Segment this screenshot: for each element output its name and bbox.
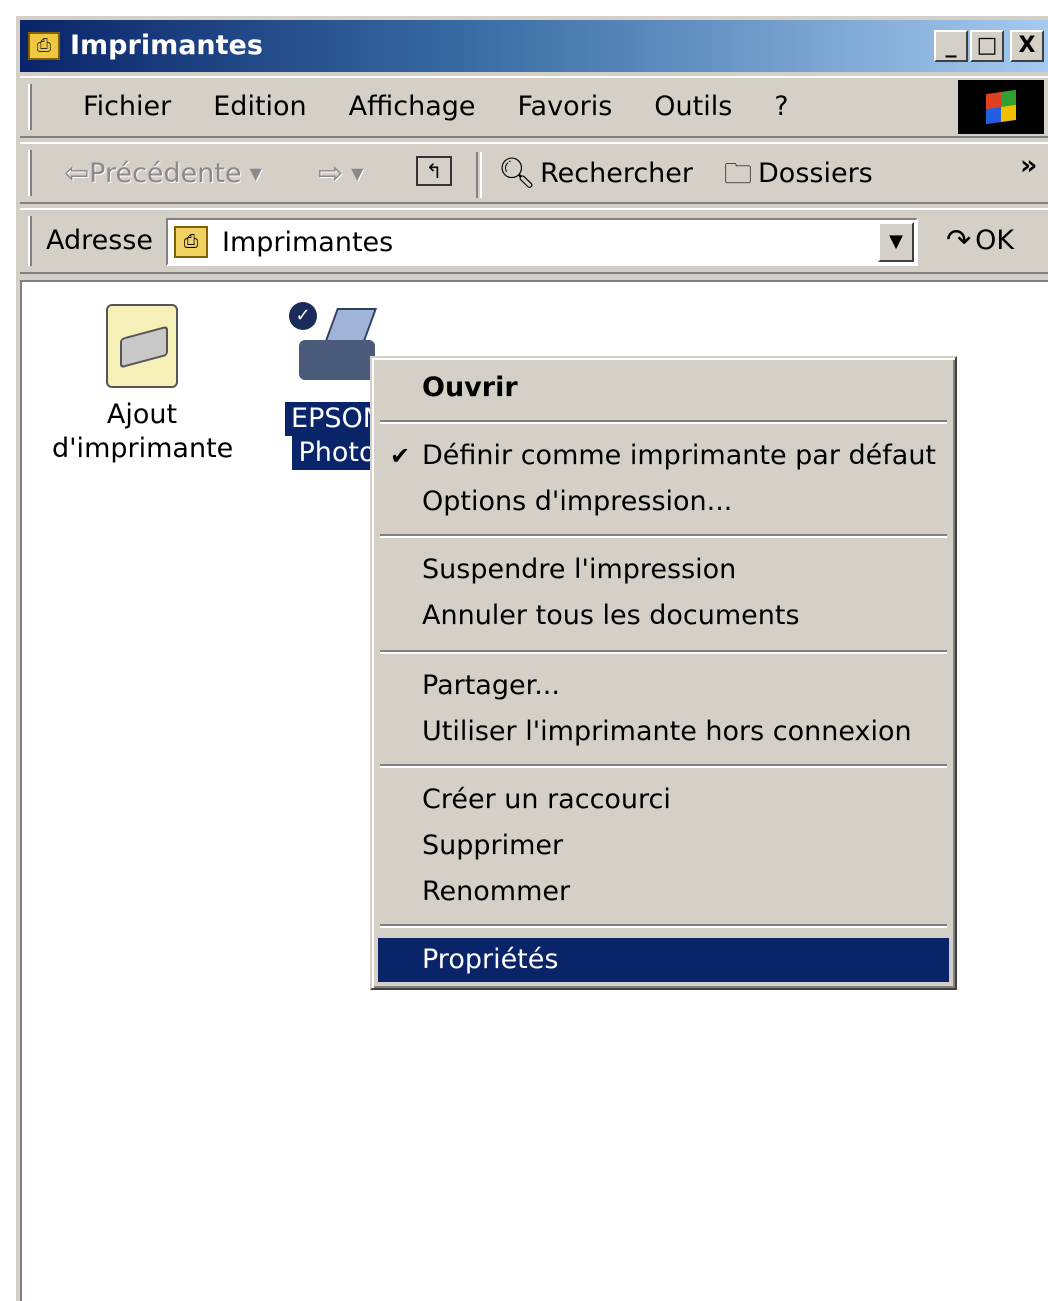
menu-separator bbox=[380, 924, 947, 928]
search-label: Rechercher bbox=[540, 158, 693, 189]
forward-dropdown-icon[interactable]: ▼ bbox=[351, 156, 363, 192]
menu-edition[interactable]: Edition bbox=[192, 90, 327, 124]
menu-favoris[interactable]: Favoris bbox=[497, 90, 634, 124]
address-dropdown-button[interactable]: ▼ bbox=[878, 222, 914, 262]
menu-item-ouvrir[interactable]: Ouvrir bbox=[378, 366, 949, 410]
window-title: Imprimantes bbox=[70, 30, 263, 61]
address-field[interactable]: ⎙ Imprimantes ▼ bbox=[166, 218, 918, 266]
folders-icon: 🗀 bbox=[724, 157, 753, 190]
toolbar-grip[interactable] bbox=[28, 150, 32, 196]
menu-separator bbox=[380, 650, 947, 654]
forward-arrow-icon: ⇨ bbox=[318, 156, 344, 191]
go-label: OK bbox=[975, 225, 1015, 256]
menu-item-set-default[interactable]: ✔ Définir comme imprimante par défaut bbox=[378, 434, 949, 478]
add-printer-label-line1: Ajout bbox=[106, 399, 178, 430]
toolbar-overflow-chevron[interactable]: » bbox=[1020, 148, 1037, 184]
standard-toolbar: ⇦ Précédente ▼ ⇨ ▼ ↰ 🔍︎ Rechercher 🗀 Dos… bbox=[20, 142, 1048, 204]
menu-item-delete[interactable]: Supprimer bbox=[378, 824, 949, 868]
printers-folder-icon: ⎙ bbox=[28, 32, 60, 60]
menu-affichage[interactable]: Affichage bbox=[328, 90, 497, 124]
address-value[interactable]: Imprimantes bbox=[222, 226, 393, 260]
up-folder-button[interactable]: ↰ bbox=[416, 156, 452, 186]
close-button[interactable]: X bbox=[1010, 30, 1044, 62]
set-default-label: Définir comme imprimante par défaut bbox=[422, 440, 937, 471]
menubar-grip[interactable] bbox=[28, 84, 32, 130]
add-printer-icon bbox=[106, 304, 178, 388]
back-label: Précédente bbox=[89, 158, 242, 189]
menu-item-share[interactable]: Partager... bbox=[378, 664, 949, 708]
title-bar[interactable]: ⎙ Imprimantes _ □ X bbox=[20, 20, 1048, 72]
menu-item-rename[interactable]: Renommer bbox=[378, 870, 949, 914]
menu-item-pause[interactable]: Suspendre l'impression bbox=[378, 548, 949, 592]
folders-button[interactable]: 🗀 Dossiers bbox=[724, 156, 873, 192]
checkmark-icon: ✔ bbox=[390, 442, 411, 470]
epson-label-line2: Photo bbox=[292, 436, 382, 470]
back-button[interactable]: ⇦ Précédente ▼ bbox=[64, 156, 262, 192]
go-arrow-icon: ↷ bbox=[946, 223, 972, 258]
add-printer-label-line2: d'imprimante bbox=[52, 433, 234, 464]
address-bar: Adresse ⎙ Imprimantes ▼ ↷ OK bbox=[20, 208, 1048, 274]
printers-folder-icon: ⎙ bbox=[174, 226, 208, 258]
menu-item-properties[interactable]: Propriétés bbox=[378, 938, 949, 982]
menu-bar: Fichier Edition Affichage Favoris Outils… bbox=[20, 76, 1048, 138]
add-printer-item[interactable]: Ajout d'imprimante bbox=[52, 304, 234, 466]
menu-separator bbox=[380, 764, 947, 768]
back-arrow-icon: ⇦ bbox=[64, 156, 90, 191]
folders-label: Dossiers bbox=[758, 158, 873, 189]
menu-outils[interactable]: Outils bbox=[633, 90, 753, 124]
menu-item-offline[interactable]: Utiliser l'imprimante hors connexion bbox=[378, 710, 949, 754]
menu-separator bbox=[380, 420, 947, 424]
menu-item-print-options[interactable]: Options d'impression... bbox=[378, 480, 949, 524]
search-icon: 🔍︎ bbox=[498, 156, 537, 191]
menu-fichier[interactable]: Fichier bbox=[62, 90, 192, 124]
up-folder-icon: ↰ bbox=[416, 156, 452, 186]
menu-item-create-shortcut[interactable]: Créer un raccourci bbox=[378, 778, 949, 822]
toolbar-separator bbox=[476, 152, 482, 198]
default-printer-check-icon: ✓ bbox=[289, 302, 317, 330]
windows-logo-icon bbox=[958, 80, 1044, 134]
address-label: Adresse bbox=[46, 225, 153, 256]
maximize-button[interactable]: □ bbox=[970, 30, 1004, 62]
minimize-button[interactable]: _ bbox=[934, 30, 968, 62]
forward-button[interactable]: ⇨ ▼ bbox=[318, 156, 363, 192]
context-menu: Ouvrir ✔ Définir comme imprimante par dé… bbox=[370, 356, 957, 990]
caption-buttons: _ □ X bbox=[934, 30, 1044, 62]
go-button[interactable]: ↷ OK bbox=[946, 222, 1014, 260]
addressbar-grip[interactable] bbox=[28, 216, 32, 266]
menu-help[interactable]: ? bbox=[753, 90, 809, 124]
menu-separator bbox=[380, 534, 947, 538]
back-dropdown-icon[interactable]: ▼ bbox=[250, 156, 262, 192]
menu-item-cancel-all[interactable]: Annuler tous les documents bbox=[378, 594, 949, 638]
search-button[interactable]: 🔍︎ Rechercher bbox=[498, 156, 693, 192]
